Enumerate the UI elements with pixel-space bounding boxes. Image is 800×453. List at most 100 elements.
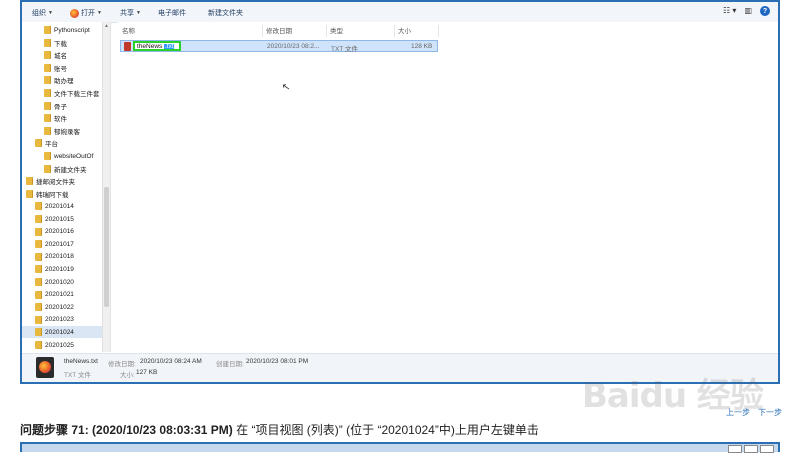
help-icon[interactable]: ? — [760, 6, 770, 16]
nav-folder-item[interactable]: 捷邮阅文件夹 — [22, 175, 102, 187]
column-name[interactable]: 名称 — [120, 25, 263, 37]
nav-folder-item[interactable]: Pythonscript — [22, 24, 102, 36]
folder-icon — [44, 152, 51, 160]
column-modified[interactable]: 修改日期 — [264, 25, 327, 37]
scroll-thumb[interactable] — [104, 187, 109, 307]
step-navigation: 上一步 下一步 — [726, 407, 782, 418]
new-folder-label: 新建文件夹 — [208, 10, 243, 17]
folder-icon — [26, 189, 33, 198]
details-created-value: 2020/10/23 08:01 PM — [246, 358, 309, 365]
nav-folder-label: Pythonscript — [54, 26, 90, 34]
nav-folder-label: 郁婉录客 — [54, 128, 80, 136]
nav-folder-item[interactable]: 下载 — [22, 37, 102, 49]
mouse-cursor-icon: ↖ — [281, 81, 292, 94]
column-size[interactable]: 大小 — [396, 25, 439, 37]
nav-folder-item[interactable]: 账号 — [22, 62, 102, 74]
details-modified-value: 2020/10/23 08:24 AM — [140, 358, 202, 365]
prev-step-link[interactable]: 上一步 — [726, 407, 750, 418]
nav-folder-item[interactable]: 20201024 — [22, 326, 102, 339]
nav-folder-label: 20201016 — [45, 228, 74, 236]
nav-folder-item[interactable]: 20201019 — [22, 263, 102, 275]
folder-icon — [44, 51, 51, 60]
nav-folder-item[interactable]: 20201023 — [22, 314, 102, 326]
details-size-label: 大小: — [120, 372, 135, 379]
folder-icon — [35, 290, 42, 299]
organize-menu[interactable]: 组织 ▼ — [32, 8, 53, 18]
column-type[interactable]: 类型 — [328, 25, 395, 37]
window-buttons — [728, 445, 774, 453]
folder-icon — [35, 278, 42, 286]
nav-folder-item[interactable]: 城名 — [22, 49, 102, 61]
nav-folder-item[interactable]: 20201018 — [22, 251, 102, 263]
folder-icon — [44, 26, 51, 34]
nav-folder-label: 软件 — [54, 116, 67, 124]
nav-folder-item[interactable]: 新建文件夹 — [22, 163, 102, 175]
preview-pane-icon[interactable]: ▥ — [744, 6, 752, 16]
nav-folder-label: 平台 — [45, 141, 58, 149]
nav-folder-label: 20201020 — [45, 278, 74, 286]
folder-icon — [35, 303, 42, 312]
open-label: 打开 — [81, 10, 95, 17]
nav-folder-label: 20201017 — [45, 240, 74, 248]
nav-folder-label: 20201015 — [45, 215, 74, 223]
chevron-down-icon: ▼ — [97, 10, 102, 16]
details-created-label: 创建日期: — [216, 361, 244, 368]
nav-folder-item[interactable]: 文件下载三件套 — [22, 87, 102, 99]
nav-folder-label: 捷邮阅文件夹 — [36, 179, 75, 187]
share-label: 共享 — [120, 10, 134, 17]
navigation-pane[interactable]: Pythonscript 下载城名 账号 助办理 文件下载三件套骨子软件郁婉录客平台 we… — [22, 22, 111, 352]
nav-folder-item[interactable]: 20201022 — [22, 301, 102, 313]
next-step-link[interactable]: 下一步 — [758, 407, 782, 418]
nav-folder-item[interactable]: 20201015 — [22, 213, 102, 225]
nav-folder-item[interactable]: 韩瑞阿下载 — [22, 188, 102, 200]
folder-icon — [35, 252, 42, 261]
nav-folder-item[interactable]: websiteOutOf — [22, 150, 102, 162]
firefox-document-icon — [36, 357, 54, 378]
items-view-list[interactable]: 名称 修改日期 类型 大小 theNews .txt 2020/10/23 08… — [118, 22, 778, 352]
file-row[interactable]: theNews .txt 2020/10/23 08:2... TXT 文件 1… — [120, 40, 438, 53]
nav-folder-item[interactable]: 20201021 — [22, 289, 102, 301]
rename-field[interactable]: theNews .txt — [133, 41, 181, 51]
folder-icon — [35, 240, 42, 249]
nav-folder-label: 骨子 — [54, 103, 67, 111]
nav-folder-label: websiteOutOf — [54, 152, 94, 160]
nav-folder-label: 20201025 — [45, 341, 74, 349]
step-prefix: 问题步骤 — [20, 423, 69, 437]
folder-icon — [35, 315, 42, 324]
maximize-icon[interactable] — [744, 445, 758, 453]
nav-folder-item[interactable]: 软件 — [22, 112, 102, 124]
nav-folder-item[interactable]: 20201025 — [22, 339, 102, 351]
nav-folder-label: 20201024 — [45, 328, 74, 336]
nav-folder-item[interactable]: 平台 — [22, 137, 102, 149]
folder-icon — [44, 63, 51, 72]
nav-folder-label: 20201021 — [45, 291, 74, 299]
folder-icon — [44, 114, 51, 123]
new-folder-button[interactable]: 新建文件夹 — [208, 8, 243, 18]
nav-folder-item[interactable]: 20201016 — [22, 226, 102, 238]
folder-icon — [26, 177, 33, 186]
folder-icon — [44, 164, 51, 173]
details-filename: theNews.txt — [64, 358, 98, 365]
nav-folder-item[interactable]: 20201014 — [22, 200, 102, 212]
email-button[interactable]: 电子邮件 — [158, 8, 186, 18]
nav-folder-label: 城名 — [54, 53, 67, 61]
minimize-icon[interactable] — [728, 445, 742, 453]
close-icon[interactable] — [760, 445, 774, 453]
nav-folder-label: 下载 — [54, 40, 67, 48]
details-type: TXT 文件 — [64, 372, 91, 379]
nav-folder-item[interactable]: 20201017 — [22, 238, 102, 250]
nav-folder-label: 20201018 — [45, 253, 74, 261]
share-menu[interactable]: 共享 ▼ — [120, 8, 141, 18]
nav-folder-label: 20201023 — [45, 316, 74, 324]
nav-folder-item[interactable]: 20201020 — [22, 276, 102, 288]
nav-folder-item[interactable]: 骨子 — [22, 100, 102, 112]
nav-folder-item[interactable]: 助办理 — [22, 74, 102, 86]
next-screenshot-titlebar — [20, 442, 780, 453]
open-menu[interactable]: 打开 ▼ — [70, 8, 102, 18]
scroll-up-icon[interactable]: ▲ — [103, 23, 110, 29]
chevron-down-icon: ▼ — [136, 10, 141, 16]
nav-folder-item[interactable]: 郁婉录客 — [22, 125, 102, 137]
nav-scrollbar[interactable]: ▲ — [102, 22, 110, 352]
view-options-icon[interactable]: ☷ ▾ — [723, 6, 736, 16]
details-modified-label: 修改日期: — [108, 361, 136, 368]
